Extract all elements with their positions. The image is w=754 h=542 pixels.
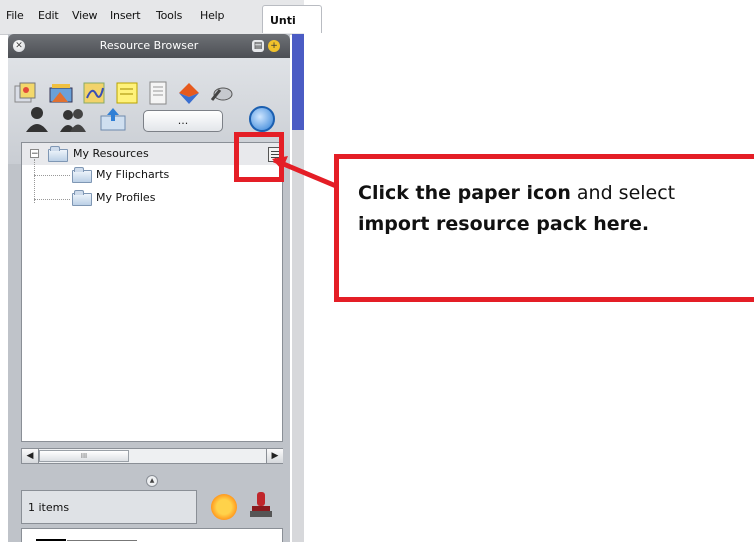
tree-line <box>34 175 70 176</box>
menu-view[interactable]: View <box>72 9 98 22</box>
tree-label-my-resources: My Resources <box>73 147 149 160</box>
callout-text-4: . <box>641 213 650 235</box>
tools-icon[interactable] <box>208 80 234 106</box>
panel-titlebar: ✕ Resource Browser ▤ + <box>8 34 290 58</box>
group-icon[interactable] <box>58 104 88 134</box>
folder-icon <box>48 146 68 162</box>
shared-resources-icon[interactable] <box>48 80 74 106</box>
options-icon[interactable]: + <box>268 40 280 52</box>
pin-icon[interactable]: ▤ <box>252 40 264 52</box>
scroll-thumb[interactable]: III <box>39 450 129 462</box>
pages-icon[interactable] <box>82 80 108 106</box>
tree-line <box>34 159 35 203</box>
scroll-left-icon[interactable]: ◀ <box>22 449 39 463</box>
resource-tree[interactable]: − My Resources My Flipcharts My Profiles <box>21 142 283 442</box>
items-count: 1 items <box>21 490 197 524</box>
menu-help[interactable]: Help <box>200 9 224 22</box>
preview-line <box>67 540 137 541</box>
callout-text-2: and select <box>570 182 676 204</box>
horizontal-scrollbar[interactable]: ◀ III ▶ <box>21 448 283 464</box>
callout-bold-2: import resource pack here <box>358 213 642 235</box>
preview-bar <box>36 539 66 541</box>
tree-line <box>34 199 70 200</box>
menu-edit[interactable]: Edit <box>38 9 59 22</box>
user-icon[interactable] <box>22 104 52 134</box>
browse-button[interactable]: ... <box>143 110 223 132</box>
callout-bold-1: Click the paper icon <box>358 182 571 204</box>
document-icon[interactable] <box>145 80 171 106</box>
search-icon[interactable] <box>249 106 275 132</box>
menu-insert[interactable]: Insert <box>110 9 141 22</box>
callout-text: Click the paper icon and select import r… <box>358 178 718 240</box>
canvas-edge-grey <box>292 130 304 542</box>
expand-up-icon[interactable]: ▲ <box>146 475 158 487</box>
menu-file[interactable]: File <box>6 9 24 22</box>
folder-icon <box>72 167 92 183</box>
annotation-arrow <box>272 156 337 189</box>
canvas-edge <box>292 34 304 130</box>
gallery-icon[interactable] <box>12 80 38 106</box>
collapse-icon[interactable]: − <box>30 149 39 159</box>
notes-icon[interactable] <box>114 80 140 106</box>
spinner-icon[interactable] <box>176 80 202 106</box>
stamp-icon[interactable] <box>248 490 274 520</box>
sun-icon[interactable] <box>211 494 237 520</box>
document-tab[interactable]: Unti <box>262 5 322 33</box>
menu-tools[interactable]: Tools <box>156 9 182 22</box>
tree-label-my-flipcharts[interactable]: My Flipcharts <box>96 168 169 181</box>
upload-folder-icon[interactable] <box>98 104 128 134</box>
folder-icon <box>72 190 92 206</box>
scroll-right-icon[interactable]: ▶ <box>266 449 283 463</box>
preview-thumbnail[interactable] <box>21 528 283 542</box>
panel-title: Resource Browser <box>99 39 199 52</box>
menu-bar: File Edit View Insert Tools Help Unti <box>0 0 322 35</box>
tree-label-my-profiles[interactable]: My Profiles <box>96 191 155 204</box>
resource-browser-panel: ✕ Resource Browser ▤ + ... − My Resource… <box>8 34 290 542</box>
